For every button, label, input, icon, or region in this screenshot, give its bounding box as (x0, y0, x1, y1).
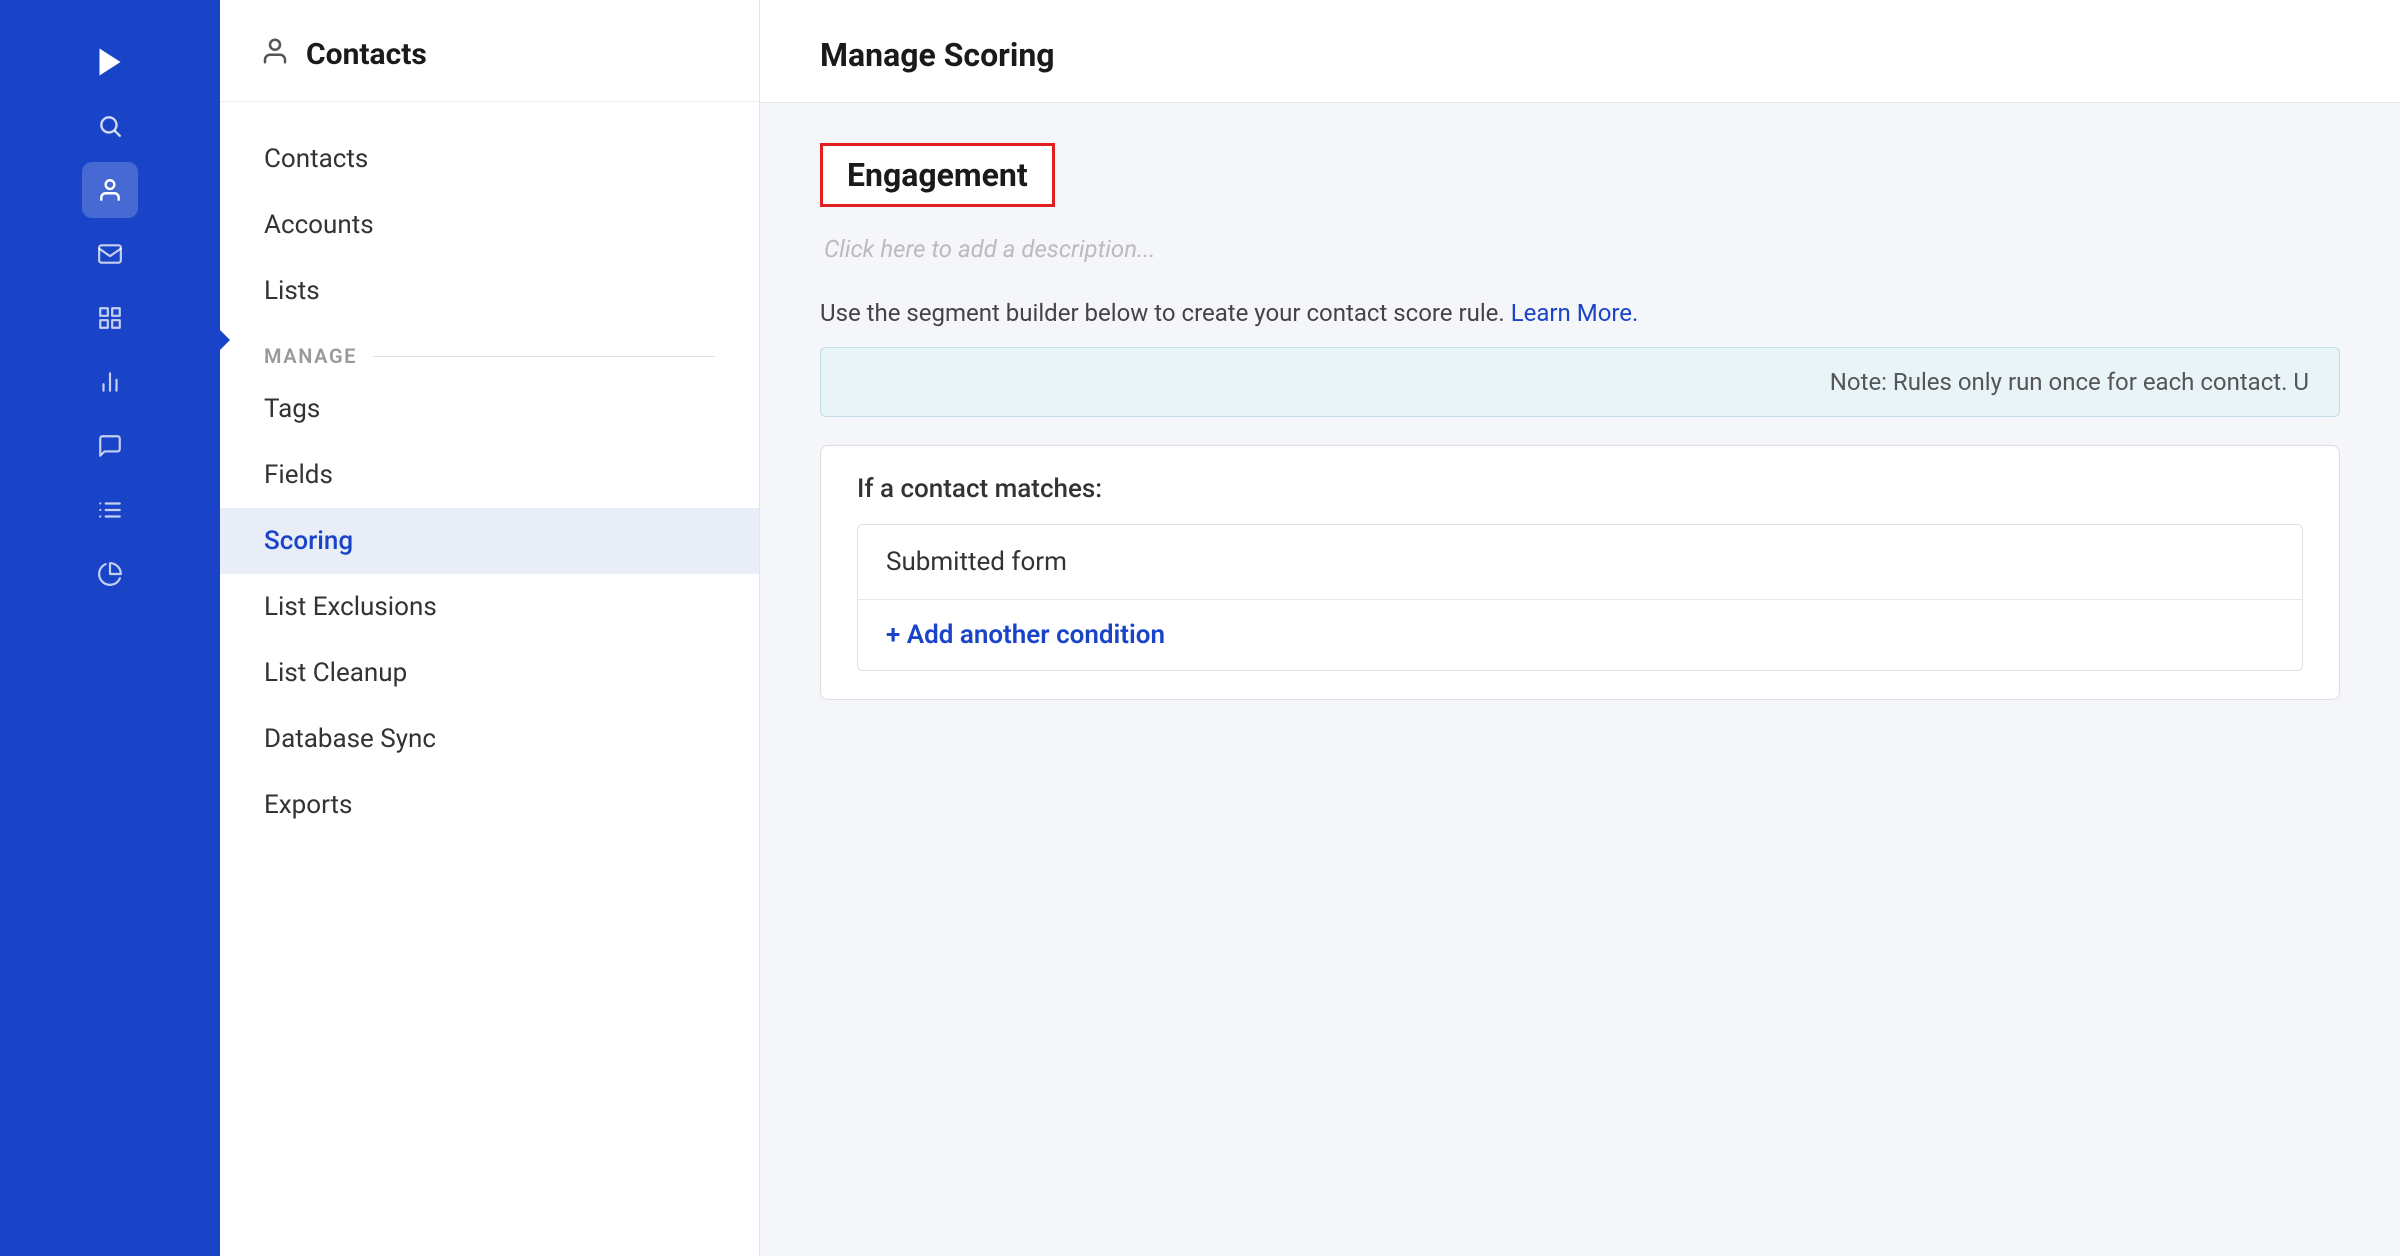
icon-rail (0, 0, 220, 1256)
lists-nav-icon[interactable] (82, 482, 138, 538)
engagement-title-box[interactable]: Engagement (820, 143, 1055, 207)
condition-row-submitted-form[interactable]: Submitted form (858, 525, 2302, 600)
sidebar-header-icon (260, 36, 290, 73)
main-body: Engagement Click here to add a descripti… (760, 103, 2400, 1256)
main-header: Manage Scoring (760, 0, 2400, 103)
condition-box: If a contact matches: Submitted form + A… (820, 445, 2340, 700)
sidebar-section-manage: MANAGE (220, 324, 759, 376)
sidebar-item-lists[interactable]: Lists (220, 258, 759, 324)
main-content-area: Manage Scoring Engagement Click here to … (760, 0, 2400, 1256)
engagement-title-row: Engagement (820, 143, 2340, 207)
condition-label: If a contact matches: (857, 474, 2303, 504)
sidebar-item-list-cleanup[interactable]: List Cleanup (220, 640, 759, 706)
learn-more-link[interactable]: Learn More. (1511, 299, 1639, 327)
mail-nav-icon[interactable] (82, 226, 138, 282)
add-condition-button[interactable]: + Add another condition (858, 600, 2302, 670)
note-bar: Note: Rules only run once for each conta… (820, 347, 2340, 417)
sidebar-item-exports[interactable]: Exports (220, 772, 759, 838)
sidebar-item-accounts[interactable]: Accounts (220, 192, 759, 258)
sidebar-item-contacts[interactable]: Contacts (220, 126, 759, 192)
sidebar-item-database-sync[interactable]: Database Sync (220, 706, 759, 772)
condition-inner: Submitted form + Add another condition (857, 524, 2303, 671)
contacts-nav-icon[interactable] (82, 162, 138, 218)
search-icon[interactable] (82, 98, 138, 154)
info-text: Use the segment builder below to create … (820, 299, 2340, 327)
page-title: Manage Scoring (820, 36, 2340, 74)
logo-button[interactable] (82, 34, 138, 90)
automation-nav-icon[interactable] (82, 290, 138, 346)
engagement-description[interactable]: Click here to add a description... (820, 223, 2340, 275)
sidebar-item-list-exclusions[interactable]: List Exclusions (220, 574, 759, 640)
reports-nav-icon[interactable] (82, 354, 138, 410)
sidebar-navigation: Contacts Accounts Lists MANAGE Tags Fiel… (220, 102, 759, 862)
analytics-nav-icon[interactable] (82, 546, 138, 602)
sidebar-item-scoring[interactable]: Scoring (220, 508, 759, 574)
sidebar-item-fields[interactable]: Fields (220, 442, 759, 508)
messages-nav-icon[interactable] (82, 418, 138, 474)
info-text-content: Use the segment builder below to create … (820, 299, 1505, 327)
sidebar-title: Contacts (306, 37, 427, 72)
sidebar: Contacts Contacts Accounts Lists MANAGE … (220, 0, 760, 1256)
sidebar-header: Contacts (220, 0, 759, 102)
sidebar-item-tags[interactable]: Tags (220, 376, 759, 442)
